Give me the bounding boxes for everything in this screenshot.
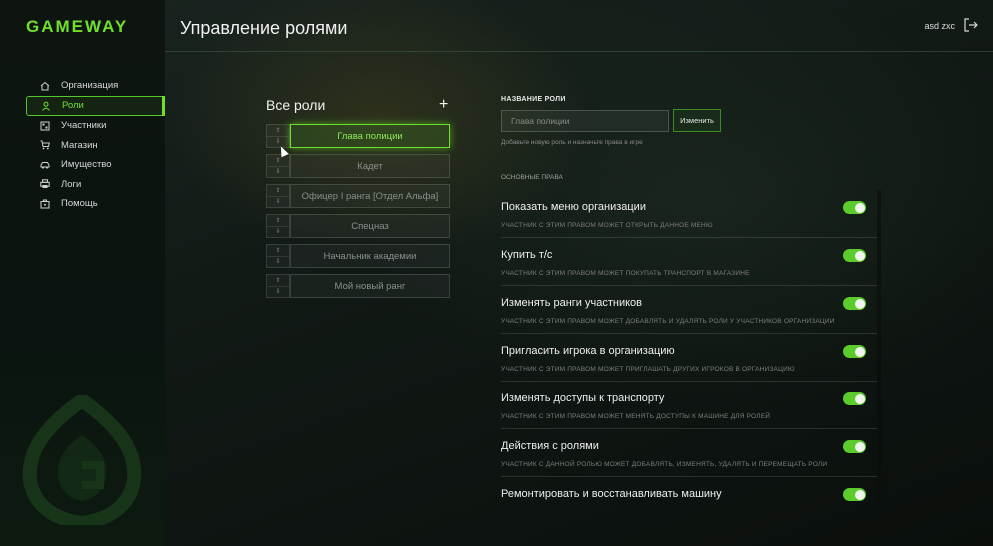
sidebar-item-shop[interactable]: Магазин bbox=[26, 136, 165, 155]
role-name-input[interactable] bbox=[501, 110, 669, 132]
permission-row: Показать меню организации УЧАСТНИК С ЭТИ… bbox=[501, 191, 877, 238]
permission-toggle[interactable] bbox=[843, 440, 866, 453]
sidebar-item-label: Магазин bbox=[61, 139, 98, 151]
change-button[interactable]: Изменить bbox=[673, 109, 721, 132]
header: Управление ролями asd zxc bbox=[165, 0, 993, 52]
move-up-icon[interactable]: ⇧ bbox=[267, 275, 289, 287]
role-reorder: ⇧ ⇩ bbox=[266, 154, 290, 178]
cart-icon bbox=[39, 140, 50, 151]
user-icon bbox=[40, 100, 51, 111]
move-up-icon[interactable]: ⇧ bbox=[267, 215, 289, 227]
permission-toggle[interactable] bbox=[843, 249, 866, 262]
move-down-icon[interactable]: ⇩ bbox=[267, 137, 289, 148]
home-icon bbox=[39, 80, 50, 91]
permission-row: Пригласить игрока в организацию УЧАСТНИК… bbox=[501, 335, 877, 382]
permission-desc: УЧАСТНИК С ЭТИМ ПРАВОМ МОЖЕТ ДОБАВЛЯТЬ И… bbox=[501, 318, 835, 325]
sidebar-item-label: Помощь bbox=[61, 198, 98, 209]
brand-emblem-icon bbox=[22, 395, 142, 525]
move-down-icon[interactable]: ⇩ bbox=[267, 167, 289, 178]
permission-title: Ремонтировать и восстанавливать машину bbox=[501, 488, 722, 500]
role-reorder: ⇧ ⇩ bbox=[266, 214, 290, 238]
sidebar-item-label: Логи bbox=[61, 178, 82, 190]
permission-title: Действия с ролями bbox=[501, 440, 599, 452]
permissions-section-label: ОСНОВНЫЕ ПРАВА bbox=[501, 174, 563, 181]
permission-title: Пригласить игрока в организацию bbox=[501, 345, 675, 357]
sidebar-item-label: Участники bbox=[61, 120, 107, 131]
permission-desc: УЧАСТНИК С ЭТИМ ПРАВОМ МОЖЕТ ОТКРЫТЬ ДАН… bbox=[501, 222, 713, 229]
permission-desc: УЧАСТНИК С ЭТИМ ПРАВОМ МОЖЕТ МЕНЯТЬ ДОСТ… bbox=[501, 413, 771, 420]
role-name-hint: Добавьте новую роль и назначьте права в … bbox=[501, 139, 643, 146]
role-item[interactable]: Мой новый ранг bbox=[290, 274, 450, 298]
role-item[interactable]: Офицер I ранга [Отдел Альфа] bbox=[290, 184, 450, 208]
brand-logo: GAMEWAY bbox=[26, 17, 129, 36]
role-reorder: ⇧ ⇩ bbox=[266, 124, 290, 148]
help-icon bbox=[39, 198, 50, 209]
permission-row: Действия с ролями УЧАСТНИК С ДАННОЙ РОЛЬ… bbox=[501, 430, 877, 477]
permission-toggle[interactable] bbox=[843, 488, 866, 501]
permission-title: Изменять доступы к транспорту bbox=[501, 392, 665, 404]
sidebar-item-property[interactable]: Имущество bbox=[26, 155, 165, 174]
car-icon bbox=[39, 159, 50, 170]
sidebar-nav: Организация Роли Участники Магазин Имуще… bbox=[26, 76, 165, 214]
permission-title: Изменять ранги участников bbox=[501, 297, 643, 309]
role-row: ⇧ ⇩ Офицер I ранга [Отдел Альфа] bbox=[266, 184, 450, 208]
sidebar-item-roles[interactable]: Роли bbox=[26, 95, 165, 116]
role-item[interactable]: Начальник академии bbox=[290, 244, 450, 268]
printer-icon bbox=[39, 179, 50, 190]
move-down-icon[interactable]: ⇩ bbox=[267, 227, 289, 238]
role-item[interactable]: Спецназ bbox=[290, 214, 450, 238]
role-reorder: ⇧ ⇩ bbox=[266, 244, 290, 268]
role-row: ⇧ ⇩ Кадет bbox=[266, 154, 450, 178]
add-role-button[interactable]: + bbox=[439, 96, 448, 114]
move-up-icon[interactable]: ⇧ bbox=[267, 245, 289, 257]
permission-row: Ремонтировать и восстанавливать машину bbox=[501, 478, 877, 508]
sidebar-item-organization[interactable]: Организация bbox=[26, 76, 165, 95]
role-item[interactable]: Кадет bbox=[290, 154, 450, 178]
move-down-icon[interactable]: ⇩ bbox=[267, 257, 289, 268]
permission-row: Изменять ранги участников УЧАСТНИК С ЭТИ… bbox=[501, 287, 877, 334]
move-down-icon[interactable]: ⇩ bbox=[267, 287, 289, 298]
permission-toggle[interactable] bbox=[843, 297, 866, 310]
permission-title: Купить т/с bbox=[501, 249, 553, 261]
permission-toggle[interactable] bbox=[843, 201, 866, 214]
sidebar: GAMEWAY Организация Роли Участники Магаз… bbox=[0, 0, 165, 546]
scrollbar-thumb[interactable] bbox=[877, 190, 881, 506]
sidebar-item-members[interactable]: Участники bbox=[26, 116, 165, 135]
permission-desc: УЧАСТНИК С ЭТИМ ПРАВОМ МОЖЕТ ПРИГЛАШАТЬ … bbox=[501, 366, 795, 373]
role-row: ⇧ ⇩ Спецназ bbox=[266, 214, 450, 238]
role-reorder: ⇧ ⇩ bbox=[266, 274, 290, 298]
permission-row: Купить т/с УЧАСТНИК С ЭТИМ ПРАВОМ МОЖЕТ … bbox=[501, 239, 877, 286]
roles-title: Все роли bbox=[266, 97, 326, 113]
permission-row: Изменять доступы к транспорту УЧАСТНИК С… bbox=[501, 382, 877, 429]
role-reorder: ⇧ ⇩ bbox=[266, 184, 290, 208]
move-up-icon[interactable]: ⇧ bbox=[267, 155, 289, 167]
sidebar-item-logs[interactable]: Логи bbox=[26, 175, 165, 194]
permission-desc: УЧАСТНИК С ДАННОЙ РОЛЬЮ МОЖЕТ ДОБАВЛЯТЬ,… bbox=[501, 461, 828, 468]
role-row: ⇧ ⇩ Начальник академии bbox=[266, 244, 450, 268]
role-row: ⇧ ⇩ Глава полиции bbox=[266, 124, 450, 148]
sidebar-item-label: Роли bbox=[62, 100, 84, 111]
sidebar-item-label: Имущество bbox=[61, 159, 112, 170]
permission-toggle[interactable] bbox=[843, 392, 866, 405]
role-row: ⇧ ⇩ Мой новый ранг bbox=[266, 274, 450, 298]
role-item[interactable]: Глава полиции bbox=[290, 124, 450, 148]
members-icon bbox=[39, 120, 50, 131]
sidebar-item-label: Организация bbox=[61, 80, 119, 91]
sidebar-item-help[interactable]: Помощь bbox=[26, 194, 165, 213]
permission-toggle[interactable] bbox=[843, 345, 866, 358]
move-up-icon[interactable]: ⇧ bbox=[267, 185, 289, 197]
permissions-scrollbar[interactable] bbox=[877, 190, 881, 506]
page-title: Управление ролями bbox=[180, 18, 348, 38]
move-up-icon[interactable]: ⇧ bbox=[267, 125, 289, 137]
logout-icon[interactable] bbox=[963, 17, 979, 33]
move-down-icon[interactable]: ⇩ bbox=[267, 197, 289, 208]
role-name-label: НАЗВАНИЕ РОЛИ bbox=[501, 96, 566, 103]
permission-title: Показать меню организации bbox=[501, 201, 646, 213]
permission-desc: УЧАСТНИК С ЭТИМ ПРАВОМ МОЖЕТ ПОКУПАТЬ ТР… bbox=[501, 270, 750, 277]
username: asd zxc bbox=[924, 21, 955, 31]
